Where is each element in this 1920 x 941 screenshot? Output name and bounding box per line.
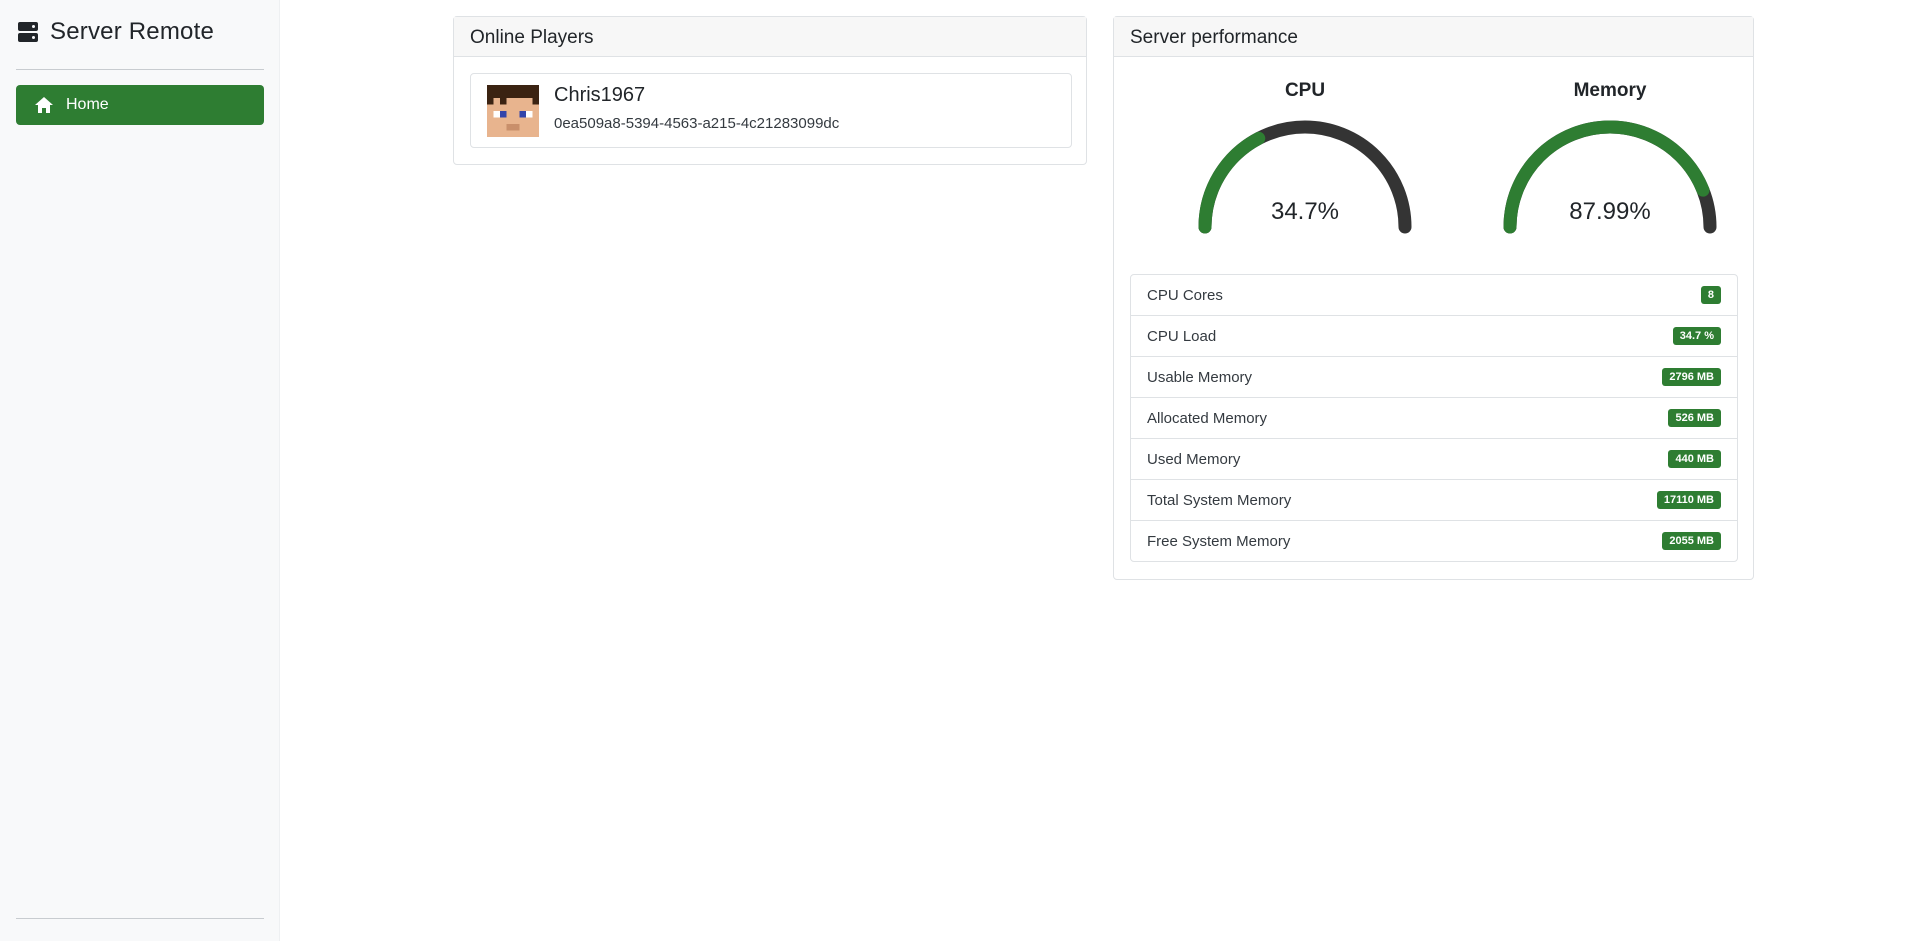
app-title: Server Remote [50, 18, 214, 45]
sidebar-item-home[interactable]: Home [16, 85, 264, 125]
online-players-title: Online Players [454, 17, 1086, 57]
stat-label: Free System Memory [1147, 532, 1291, 550]
player-uuid: 0ea509a8-5394-4563-a215-4c21283099dc [554, 115, 840, 132]
stat-row-cpu-cores: CPU Cores 8 [1131, 275, 1737, 316]
memory-gauge-title: Memory [1573, 80, 1647, 101]
stat-label: Used Memory [1147, 450, 1241, 468]
stat-row-cpu-load: CPU Load 34.7 % [1131, 316, 1737, 357]
stat-badge: 17110 MB [1656, 491, 1721, 509]
stat-label: CPU Cores [1147, 286, 1223, 304]
performance-stats-list: CPU Cores 8 CPU Load 34.7 % Usable Memor… [1130, 274, 1738, 562]
cpu-gauge-value: 34.7% [1270, 198, 1340, 225]
memory-gauge-value: 87.99% [1569, 198, 1651, 225]
sidebar-item-label: Home [66, 96, 109, 113]
brand[interactable]: Server Remote [18, 18, 214, 46]
stat-label: Allocated Memory [1147, 409, 1268, 427]
stat-label: CPU Load [1147, 327, 1217, 345]
cpu-gauge [1198, 120, 1412, 234]
stat-badge: 440 MB [1668, 450, 1721, 468]
stat-badge: 34.7 % [1672, 327, 1721, 345]
stat-row-free-system-memory: Free System Memory 2055 MB [1131, 521, 1737, 561]
player-list-item[interactable]: Chris1967 0ea509a8-5394-4563-a215-4c2128… [470, 73, 1072, 148]
online-players-card: Online Players Chris1967 0ea509a8-5394-4… [453, 16, 1087, 165]
stat-badge: 526 MB [1668, 409, 1721, 427]
stat-label: Total System Memory [1147, 491, 1292, 509]
sidebar-divider-bottom [16, 918, 264, 919]
stat-row-usable-memory: Usable Memory 2796 MB [1131, 357, 1737, 398]
stat-row-allocated-memory: Allocated Memory 526 MB [1131, 398, 1737, 439]
server-icon [18, 22, 38, 42]
cpu-gauge-title: CPU [1284, 80, 1326, 101]
sidebar-divider-top [16, 69, 264, 70]
player-avatar [487, 85, 539, 137]
stat-badge: 2055 MB [1662, 532, 1721, 550]
server-performance-title: Server performance [1114, 17, 1753, 57]
server-performance-card: Server performance CPU 34.7% Memory 87.9… [1113, 16, 1754, 580]
stat-label: Usable Memory [1147, 368, 1253, 386]
memory-gauge [1503, 120, 1717, 234]
stat-row-total-system-memory: Total System Memory 17110 MB [1131, 480, 1737, 521]
home-icon [35, 97, 53, 113]
sidebar: Server Remote Home [0, 0, 280, 941]
stat-badge: 2796 MB [1662, 368, 1721, 386]
stat-row-used-memory: Used Memory 440 MB [1131, 439, 1737, 480]
stat-badge: 8 [1700, 286, 1721, 304]
player-name: Chris1967 [554, 84, 646, 106]
